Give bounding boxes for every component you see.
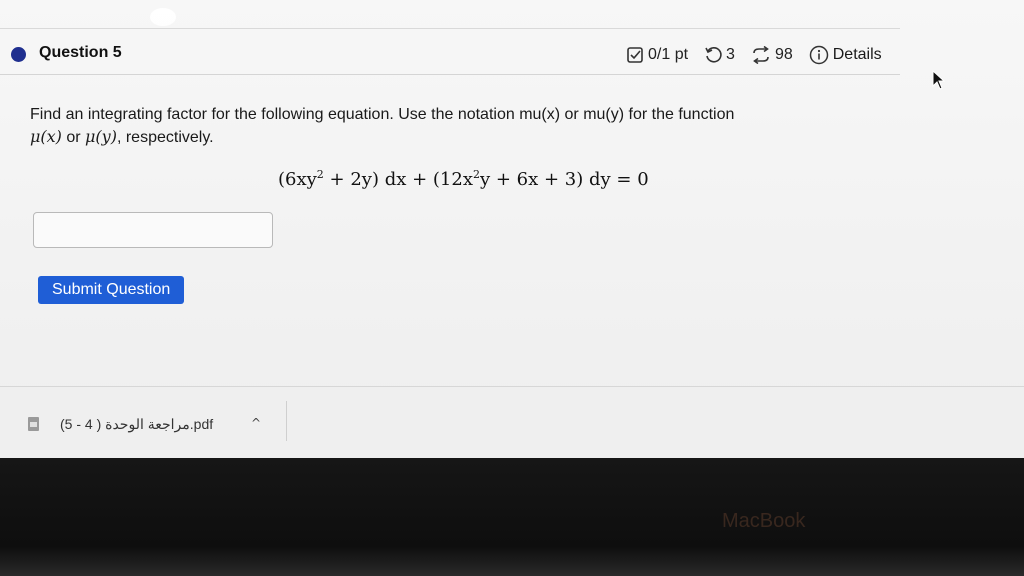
mu-x-notation: μ(x) bbox=[30, 127, 62, 146]
prompt-line-2-end: , respectively. bbox=[116, 129, 214, 146]
details-link[interactable]: Details bbox=[833, 46, 882, 64]
equation-part: + 2y) dx + (12x bbox=[323, 169, 473, 190]
mu-y-notation: μ(y) bbox=[85, 127, 117, 146]
question-status-dot bbox=[11, 47, 26, 62]
retry-icon bbox=[751, 46, 771, 64]
checkbox-icon bbox=[626, 46, 644, 64]
question-prompt: Find an integrating factor for the follo… bbox=[30, 104, 870, 149]
equation-part: y + 6x + 3) dy = 0 bbox=[479, 169, 649, 190]
retries-count: 98 bbox=[774, 46, 793, 63]
score-text: 0/1 pt bbox=[648, 46, 689, 63]
prompt-line-1: Find an integrating factor for the follo… bbox=[30, 106, 735, 123]
differential-equation: (6xy2 + 2y) dx + (12x2y + 6x + 3) dy = 0 bbox=[278, 168, 649, 190]
answer-input[interactable] bbox=[33, 212, 273, 248]
question-header: Question 5 0/1 pt 3 98 Details bbox=[0, 40, 900, 72]
device-brand: MacBook bbox=[722, 510, 806, 532]
question-meta: 0/1 pt 3 98 Details bbox=[626, 43, 882, 67]
divider bbox=[0, 28, 900, 29]
info-icon[interactable] bbox=[809, 45, 829, 65]
mouse-cursor-icon bbox=[932, 69, 946, 94]
divider bbox=[286, 401, 287, 441]
equation-exponent: 2 bbox=[316, 168, 324, 181]
browser-page: Question 5 0/1 pt 3 98 Details Find an i… bbox=[0, 0, 1024, 458]
pdf-file-icon bbox=[28, 417, 39, 431]
equation-part: (6xy bbox=[278, 169, 317, 190]
refresh-icon bbox=[704, 46, 722, 64]
downloads-bar: (5 - 4 ) مراجعة الوحدة.pdf ^ bbox=[0, 386, 1024, 458]
question-title: Question 5 bbox=[39, 44, 122, 61]
equation-exponent: 2 bbox=[472, 168, 480, 181]
download-file-name[interactable]: (5 - 4 ) مراجعة الوحدة.pdf bbox=[60, 416, 213, 433]
laptop-bezel: MacBook bbox=[0, 458, 1024, 576]
submit-question-button[interactable]: Submit Question bbox=[38, 276, 185, 304]
prompt-or: or bbox=[61, 129, 86, 146]
chevron-up-icon[interactable]: ^ bbox=[251, 416, 261, 430]
attempts-count: 3 bbox=[726, 46, 735, 63]
glare bbox=[150, 8, 176, 26]
divider bbox=[0, 74, 900, 75]
